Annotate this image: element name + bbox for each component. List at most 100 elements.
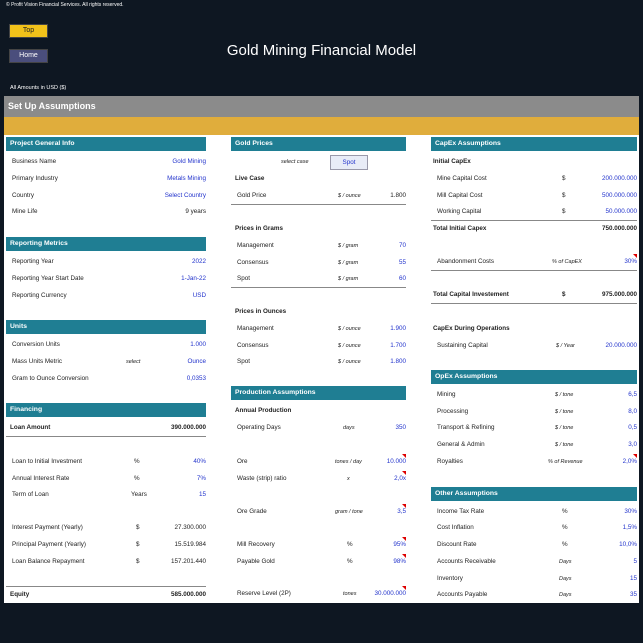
opex-row: Royalties% of Revenue 2,0%: [431, 454, 637, 470]
capex-row: Mine Capital Cost $200.000.000: [431, 171, 637, 187]
row-value[interactable]: 1-Jan-22: [181, 271, 206, 287]
row-value[interactable]: 70: [399, 238, 406, 254]
financing-row: Loan to Initial Investment% 40%: [6, 454, 206, 470]
row-unit: %: [562, 508, 568, 515]
row-label: Payable Gold: [237, 558, 275, 565]
row-unit: $: [562, 175, 566, 182]
row-value[interactable]: 60: [399, 271, 406, 287]
select-case-row: select case Spot: [231, 154, 406, 170]
row-label: Inventory: [437, 575, 463, 582]
row-unit: $ / tone: [555, 392, 574, 398]
row-value[interactable]: 2022: [192, 254, 206, 270]
row-value[interactable]: 7%: [197, 471, 206, 487]
row-value[interactable]: 35: [630, 587, 637, 603]
row-value[interactable]: 1.000: [190, 337, 206, 353]
row-label: Mill Capital Cost: [437, 192, 483, 199]
row-value[interactable]: 6,5: [628, 387, 637, 403]
row-label: Discount Rate: [437, 541, 477, 548]
row-value[interactable]: 10,0%: [619, 537, 637, 553]
row-unit: %: [347, 541, 353, 548]
row-value[interactable]: Select Country: [165, 188, 206, 204]
row-value: 585.000.000: [170, 591, 206, 598]
row-value: 975.000.000: [601, 291, 637, 298]
row-label: Spot: [237, 358, 250, 365]
equity-row: Equity 585.000.000: [6, 586, 206, 603]
capex-row: Mill Capital Cost $500.000.000: [431, 188, 637, 204]
row-value[interactable]: Metals Mining: [167, 171, 206, 187]
row-label: Country: [12, 192, 35, 199]
row-label: Abandonment Costs: [437, 258, 495, 265]
initial-capex-row: Initial CapEx: [431, 154, 637, 170]
row-unit: Days: [559, 592, 572, 598]
row-value[interactable]: 15: [199, 487, 206, 503]
row-label: Business Name: [12, 158, 57, 165]
row-value[interactable]: 30%: [624, 504, 637, 520]
production-row: Ore Grade gram / tone 3,5: [231, 504, 406, 520]
production-row: Operating Days days 350: [231, 420, 406, 436]
row-unit: $: [136, 558, 140, 565]
ounces-header: Prices in Ounces: [235, 308, 287, 315]
row-value[interactable]: 3,0: [628, 437, 637, 453]
row-value[interactable]: Ounce: [187, 354, 206, 370]
live-case-label: Live Case: [235, 175, 265, 182]
row-value[interactable]: 350: [395, 420, 406, 436]
row-unit: $ / tone: [555, 409, 574, 415]
row-value[interactable]: 5: [633, 554, 637, 570]
row-label: Cost Inflation: [437, 524, 474, 531]
row-label: Royalties: [437, 458, 463, 465]
row-value: 1.800: [390, 358, 406, 365]
row-unit: $ / ounce: [338, 193, 361, 199]
other-row: Income Tax Rate% 30%: [431, 504, 637, 520]
units-row: Mass Units Metric select Ounce: [6, 354, 206, 370]
select-case-label: select case: [281, 159, 309, 165]
grams-row: Spot $ / gram 60: [231, 271, 406, 288]
row-value[interactable]: 55: [399, 255, 406, 271]
opex-row: Mining $ / tone 6,5: [431, 387, 637, 403]
row-unit: %: [562, 541, 568, 548]
row-value[interactable]: 15: [630, 571, 637, 587]
row-value[interactable]: 20.000.000: [605, 338, 637, 354]
financing-row: Term of Loan Years 15: [6, 487, 206, 503]
annual-production-row: Annual Production: [231, 403, 406, 419]
row-label: Mine Capital Cost: [437, 175, 487, 182]
select-case-dropdown[interactable]: Spot: [330, 155, 368, 170]
row-unit: $ / ounce: [338, 343, 361, 349]
annual-production-label: Annual Production: [235, 407, 292, 414]
row-label: Mining: [437, 391, 456, 398]
other-row: Discount Rate% 10,0%: [431, 537, 637, 553]
row-label: Gold Price: [237, 192, 267, 199]
capex-section: CapEx Assumptions: [431, 137, 637, 151]
production-row: Ore tones / day 10.000: [231, 454, 406, 470]
row-value[interactable]: 500.000.000: [602, 188, 637, 204]
row-unit: gram / tone: [335, 509, 363, 515]
other-section: Other Assumptions: [431, 487, 637, 501]
row-unit: %: [347, 558, 353, 565]
project-info-header: Project General Info: [6, 137, 206, 151]
row-label: Waste (strip) ratio: [237, 475, 287, 482]
top-button[interactable]: Top: [9, 24, 48, 38]
row-unit: %: [134, 458, 140, 465]
row-value[interactable]: USD: [193, 288, 206, 304]
row-label: Equity: [10, 591, 30, 598]
row-value[interactable]: 0,5: [628, 420, 637, 436]
ounces-row: Spot $ / ounce 1.800: [231, 354, 406, 370]
production-row: Mill Recovery% 95%: [231, 537, 406, 553]
row-value[interactable]: 40%: [193, 454, 206, 470]
row-label: Income Tax Rate: [437, 508, 485, 515]
row-label: Total Capital Investement: [433, 291, 509, 298]
row-value[interactable]: 50.000.000: [605, 204, 637, 220]
row-value: 1.800: [390, 192, 406, 199]
row-value[interactable]: 200.000.000: [602, 171, 637, 187]
ounces-row: Consensus $ / ounce 1.700: [231, 338, 406, 354]
row-value[interactable]: 8,0: [628, 404, 637, 420]
row-unit: $: [562, 208, 566, 215]
row-label: Management: [237, 242, 274, 249]
row-unit: %: [134, 475, 140, 482]
row-value[interactable]: 1,5%: [623, 520, 637, 536]
row-label: Mill Recovery: [237, 541, 275, 548]
other-row: Accounts Payable Days 35: [431, 587, 637, 603]
row-unit: tones: [343, 591, 357, 597]
row-value[interactable]: Gold Mining: [172, 154, 206, 170]
row-value: 0,0353: [186, 375, 206, 382]
row-label: Ore: [237, 458, 248, 465]
